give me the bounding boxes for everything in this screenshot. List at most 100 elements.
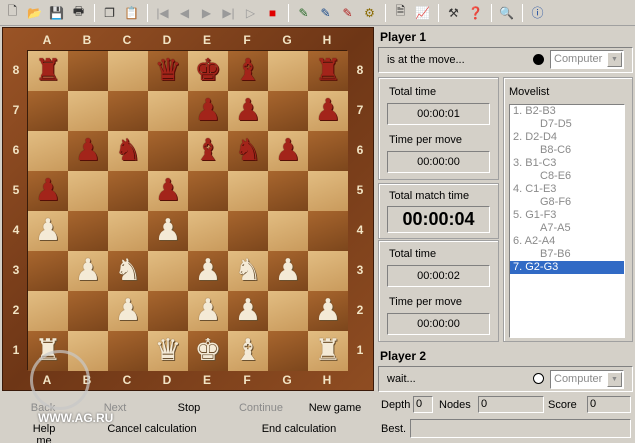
square-b4[interactable] bbox=[68, 211, 108, 251]
white-pawn-icon[interactable]: ♟ bbox=[115, 291, 142, 331]
settings-icon[interactable]: ⚙ bbox=[359, 2, 380, 23]
square-d2[interactable] bbox=[148, 291, 188, 331]
red-pawn-icon[interactable]: ♟ bbox=[235, 91, 262, 131]
move-black-5[interactable]: A7-A5 bbox=[510, 222, 624, 235]
square-g5[interactable] bbox=[268, 171, 308, 211]
square-h2[interactable]: ♟ bbox=[308, 291, 348, 331]
square-c2[interactable]: ♟ bbox=[108, 291, 148, 331]
white-pawn-icon[interactable]: ♟ bbox=[275, 251, 302, 291]
square-f7[interactable]: ♟ bbox=[228, 91, 268, 131]
white-pawn-icon[interactable]: ♟ bbox=[195, 291, 222, 331]
square-c5[interactable] bbox=[108, 171, 148, 211]
white-queen-icon[interactable]: ♛ bbox=[155, 331, 182, 371]
red-pawn-icon[interactable]: ♟ bbox=[75, 131, 102, 171]
move-black-1[interactable]: D7-D5 bbox=[510, 118, 624, 131]
move-white-4[interactable]: 4. C1-E3 bbox=[510, 183, 624, 196]
move-white-2[interactable]: 2. D2-D4 bbox=[510, 131, 624, 144]
square-b7[interactable] bbox=[68, 91, 108, 131]
color-icon[interactable]: ✎ bbox=[337, 2, 358, 23]
square-a2[interactable] bbox=[28, 291, 68, 331]
square-a7[interactable] bbox=[28, 91, 68, 131]
back-icon[interactable]: ◀ bbox=[174, 2, 195, 23]
move-white-7[interactable]: 7. G2-G3 bbox=[510, 261, 624, 274]
red-rook-icon[interactable]: ♜ bbox=[315, 51, 342, 91]
end-calculation-button[interactable]: End calculation bbox=[259, 423, 339, 435]
chevron-down-icon[interactable]: ▼ bbox=[607, 52, 622, 67]
square-e6[interactable]: ♝ bbox=[188, 131, 228, 171]
white-knight-icon[interactable]: ♞ bbox=[235, 251, 262, 291]
red-knight-icon[interactable]: ♞ bbox=[235, 131, 262, 171]
square-c8[interactable] bbox=[108, 51, 148, 91]
stop-icon[interactable]: ■ bbox=[262, 2, 283, 23]
white-king-icon[interactable]: ♚ bbox=[195, 331, 222, 371]
notepad-icon[interactable]: 🗎 bbox=[390, 2, 411, 23]
red-rook-icon[interactable]: ♜ bbox=[35, 51, 62, 91]
square-h7[interactable]: ♟ bbox=[308, 91, 348, 131]
square-d1[interactable]: ♛ bbox=[148, 331, 188, 371]
red-pawn-icon[interactable]: ♟ bbox=[195, 91, 222, 131]
square-e1[interactable]: ♚ bbox=[188, 331, 228, 371]
square-c3[interactable]: ♞ bbox=[108, 251, 148, 291]
edit-icon[interactable]: ✎ bbox=[293, 2, 314, 23]
tools-icon[interactable]: ⚒ bbox=[443, 2, 464, 23]
print-setup-icon[interactable]: 🖶 bbox=[68, 2, 89, 23]
square-d4[interactable]: ♟ bbox=[148, 211, 188, 251]
paste-icon[interactable]: 📋 bbox=[121, 2, 142, 23]
square-b5[interactable] bbox=[68, 171, 108, 211]
square-d8[interactable]: ♛ bbox=[148, 51, 188, 91]
continue-button[interactable]: Continue bbox=[236, 402, 286, 414]
analyze-icon[interactable]: 🔍 bbox=[496, 2, 517, 23]
movelist[interactable]: 1. B2-B3 D7-D5 2. D2-D4 B8-C6 3. B1-C3 C8-E6 4… bbox=[509, 104, 625, 338]
white-knight-icon[interactable]: ♞ bbox=[115, 251, 142, 291]
red-pawn-icon[interactable]: ♟ bbox=[155, 171, 182, 211]
square-h5[interactable] bbox=[308, 171, 348, 211]
white-pawn-icon[interactable]: ♟ bbox=[35, 211, 62, 251]
square-a4[interactable]: ♟ bbox=[28, 211, 68, 251]
stop-button[interactable]: Stop bbox=[174, 402, 204, 414]
chart-icon[interactable]: 📈 bbox=[412, 2, 433, 23]
red-knight-icon[interactable]: ♞ bbox=[115, 131, 142, 171]
square-h4[interactable] bbox=[308, 211, 348, 251]
square-f1[interactable]: ♝ bbox=[228, 331, 268, 371]
square-f6[interactable]: ♞ bbox=[228, 131, 268, 171]
white-pawn-icon[interactable]: ♟ bbox=[315, 291, 342, 331]
white-pawn-icon[interactable]: ♟ bbox=[75, 251, 102, 291]
square-e3[interactable]: ♟ bbox=[188, 251, 228, 291]
last-move-icon[interactable]: ▶| bbox=[218, 2, 239, 23]
move-white-5[interactable]: 5. G1-F3 bbox=[510, 209, 624, 222]
square-e2[interactable]: ♟ bbox=[188, 291, 228, 331]
square-a5[interactable]: ♟ bbox=[28, 171, 68, 211]
square-c1[interactable] bbox=[108, 331, 148, 371]
red-pawn-icon[interactable]: ♟ bbox=[275, 131, 302, 171]
square-e5[interactable] bbox=[188, 171, 228, 211]
white-bishop-icon[interactable]: ♝ bbox=[235, 331, 262, 371]
square-g4[interactable] bbox=[268, 211, 308, 251]
square-e7[interactable]: ♟ bbox=[188, 91, 228, 131]
move-black-6[interactable]: B7-B6 bbox=[510, 248, 624, 261]
red-pawn-icon[interactable]: ♟ bbox=[35, 171, 62, 211]
open-icon[interactable]: 📂 bbox=[24, 2, 45, 23]
square-h8[interactable]: ♜ bbox=[308, 51, 348, 91]
move-black-2[interactable]: B8-C6 bbox=[510, 144, 624, 157]
square-e4[interactable] bbox=[188, 211, 228, 251]
square-a8[interactable]: ♜ bbox=[28, 51, 68, 91]
square-f2[interactable]: ♟ bbox=[228, 291, 268, 331]
new-game-button[interactable]: New game bbox=[306, 402, 364, 414]
square-f4[interactable] bbox=[228, 211, 268, 251]
chess-board[interactable]: ♜ ♛ ♚ ♝ ♜ ♟ ♟ ♟ ♟ ♞ ♝ ♞ ♟ ♟ ♟ ♟ ♟ ♟ ♞ ♟ ♞ ♟ ♟ ♟ ♟ ♟ ♜ ♛ ♚ ♝ ♜ bbox=[27, 50, 348, 371]
move-black-4[interactable]: G8-F6 bbox=[510, 196, 624, 209]
move-white-1[interactable]: 1. B2-B3 bbox=[510, 105, 624, 118]
square-h6[interactable] bbox=[308, 131, 348, 171]
help-me-button[interactable]: Help me bbox=[24, 423, 64, 443]
red-bishop-icon[interactable]: ♝ bbox=[195, 131, 222, 171]
new-icon[interactable]: 🗋 bbox=[2, 2, 23, 23]
play-back-icon[interactable]: ▶ bbox=[196, 2, 217, 23]
square-a6[interactable] bbox=[28, 131, 68, 171]
white-pawn-icon[interactable]: ♟ bbox=[155, 211, 182, 251]
square-b2[interactable] bbox=[68, 291, 108, 331]
white-pawn-icon[interactable]: ♟ bbox=[235, 291, 262, 331]
red-pawn-icon[interactable]: ♟ bbox=[315, 91, 342, 131]
red-bishop-icon[interactable]: ♝ bbox=[235, 51, 262, 91]
help-icon[interactable]: ❓ bbox=[465, 2, 486, 23]
square-g7[interactable] bbox=[268, 91, 308, 131]
